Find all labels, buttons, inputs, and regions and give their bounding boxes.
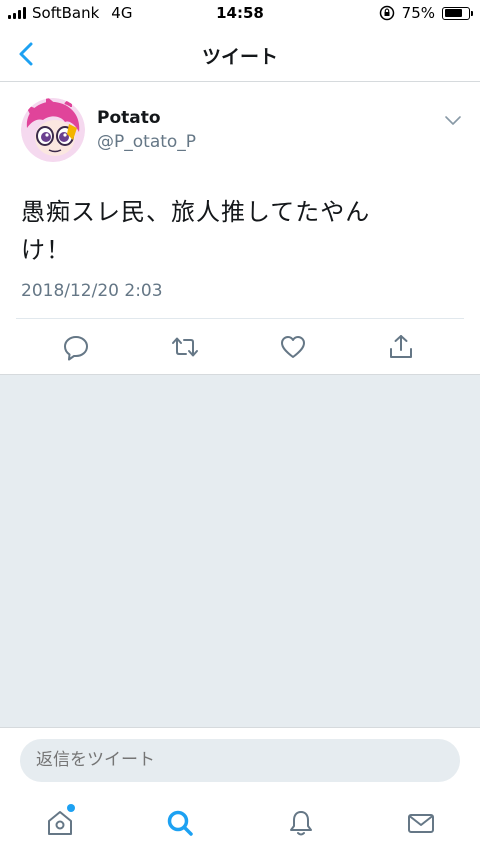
battery-icon: [442, 6, 473, 20]
retweet-icon[interactable]: [171, 333, 199, 361]
avatar-image: [21, 98, 85, 162]
tab-notifications[interactable]: [286, 808, 316, 838]
tweet-actions: [0, 319, 480, 374]
battery-percent: 75%: [401, 4, 435, 22]
tab-bar: [0, 790, 480, 854]
chevron-down-icon[interactable]: [443, 113, 463, 127]
status-bar: SoftBank 4G 14:58 75%: [0, 0, 480, 28]
share-icon[interactable]: [387, 333, 415, 361]
notifications-icon: [290, 811, 312, 836]
avatar[interactable]: [21, 98, 85, 162]
like-icon[interactable]: [279, 333, 307, 361]
display-name[interactable]: Potato: [97, 108, 161, 128]
orientation-lock-icon: [379, 5, 394, 21]
reply-bar: [0, 727, 480, 790]
home-icon: [48, 811, 72, 835]
search-icon: [167, 810, 193, 836]
tab-search[interactable]: [165, 808, 195, 838]
battery-fill: [444, 9, 462, 17]
tweet-text-line: 愚痴スレ民、旅人推してたやん: [21, 198, 371, 226]
tab-home[interactable]: [45, 804, 75, 838]
tweet-text: 愚痴スレ民、旅人推してたやん け！: [21, 193, 441, 269]
messages-icon: [408, 814, 434, 833]
tab-messages[interactable]: [406, 808, 436, 838]
notification-dot: [67, 804, 75, 812]
user-handle[interactable]: @P_otato_P: [97, 132, 196, 152]
status-right: 75%: [379, 4, 473, 22]
reply-input[interactable]: [20, 739, 460, 782]
tweet-timestamp: 2018/12/20 2:03: [21, 281, 163, 301]
reply-icon[interactable]: [62, 333, 90, 361]
replies-area: [0, 374, 480, 727]
page-title: ツイート: [201, 46, 278, 68]
nav-bar: ツイート: [0, 28, 480, 82]
tweet-text-line: け！: [21, 236, 71, 264]
